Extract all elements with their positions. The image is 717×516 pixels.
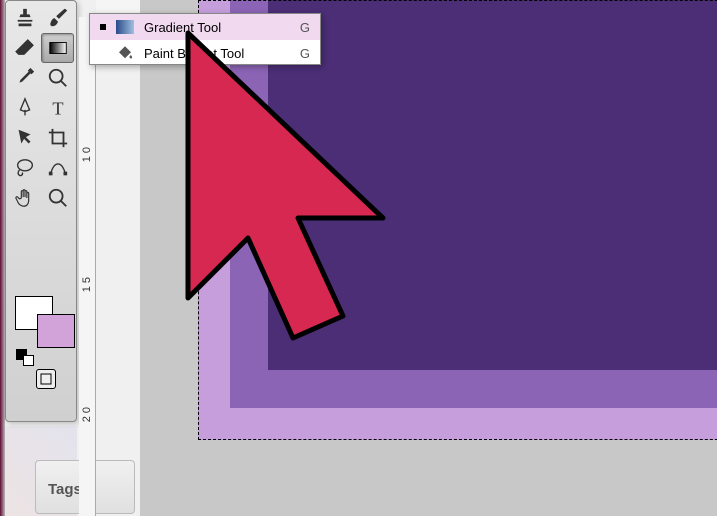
ruler-vertical: 1 0 1 5 2 0 xyxy=(79,17,96,516)
swap-colors[interactable] xyxy=(23,355,34,366)
screen-mode-row xyxy=(36,369,56,389)
bucket-icon xyxy=(116,44,134,62)
ruler-tick: 2 0 xyxy=(81,407,93,422)
toolbox-panel: T xyxy=(5,0,77,422)
flyout-item-paint-bucket[interactable]: Paint Bucket Tool G xyxy=(90,40,320,66)
lasso-tool[interactable] xyxy=(8,153,41,183)
selection-tool[interactable] xyxy=(8,123,41,153)
brush-tool[interactable] xyxy=(41,3,74,33)
flyout-label: Gradient Tool xyxy=(144,20,290,35)
flyout-shortcut: G xyxy=(300,20,310,35)
ruler-tick: 1 5 xyxy=(81,277,93,292)
gradient-tool[interactable] xyxy=(41,33,74,63)
pen-tool[interactable] xyxy=(8,93,41,123)
stamp-tool[interactable] xyxy=(8,3,41,33)
magnify-tool[interactable] xyxy=(41,183,74,213)
path-tool[interactable] xyxy=(41,153,74,183)
tags-label: Tags xyxy=(48,481,82,498)
tool-flyout-menu: Gradient Tool G Paint Bucket Tool G xyxy=(89,13,321,65)
ruler-tick: 1 0 xyxy=(81,147,93,162)
screen-mode-standard[interactable] xyxy=(36,369,56,389)
svg-text:T: T xyxy=(52,98,63,118)
stroke-swatch[interactable] xyxy=(37,314,75,348)
artwork-layer-3 xyxy=(268,0,717,370)
flyout-shortcut: G xyxy=(300,46,310,61)
hand-tool[interactable] xyxy=(8,183,41,213)
crop-tool[interactable] xyxy=(41,123,74,153)
eraser-tool[interactable] xyxy=(8,33,41,63)
flyout-selected-indicator xyxy=(100,24,106,30)
eyedropper-tool[interactable] xyxy=(8,63,41,93)
flyout-item-gradient[interactable]: Gradient Tool G xyxy=(90,14,320,40)
gradient-icon xyxy=(116,18,134,36)
artwork[interactable] xyxy=(198,0,717,440)
zoom-tool[interactable] xyxy=(41,63,74,93)
flyout-label: Paint Bucket Tool xyxy=(144,46,290,61)
type-tool[interactable]: T xyxy=(41,93,74,123)
